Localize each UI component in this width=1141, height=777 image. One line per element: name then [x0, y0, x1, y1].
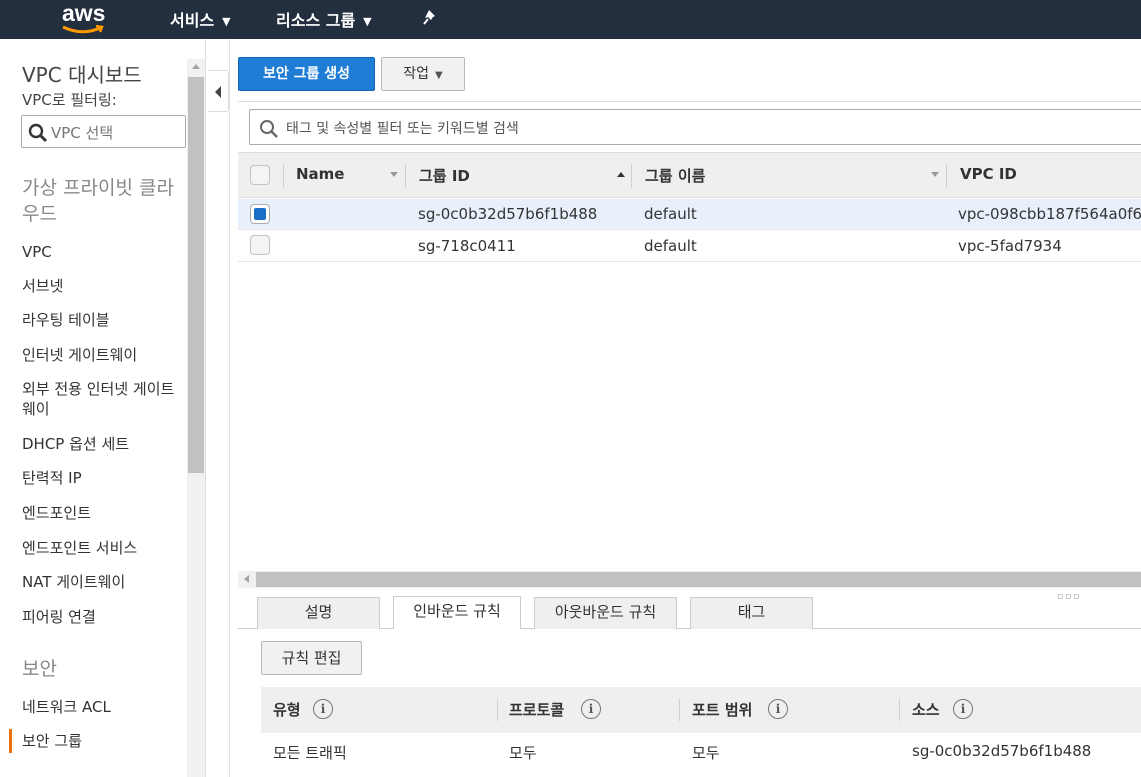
sort-ascending-icon[interactable] — [617, 172, 625, 177]
search-icon — [260, 120, 278, 138]
search-placeholder: 태그 및 속성별 필터 또는 키워드별 검색 — [286, 121, 519, 137]
sort-icon[interactable] — [931, 172, 939, 177]
sidebar-item-dhcp-options[interactable]: DHCP 옵션 세트 — [22, 434, 182, 454]
table-horizontal-scrollbar[interactable] — [238, 571, 1141, 588]
rule-cell-type: 모든 트래픽 — [273, 744, 347, 762]
pin-icon[interactable] — [422, 8, 440, 26]
sidebar-item-endpoints[interactable]: 엔드포인트 — [22, 503, 182, 523]
select-all-checkbox[interactable] — [250, 165, 270, 185]
sidebar-item-route-tables[interactable]: 라우팅 테이블 — [22, 310, 182, 330]
column-divider — [946, 164, 947, 188]
column-divider — [899, 699, 900, 721]
sort-icon[interactable] — [390, 172, 398, 177]
horizontal-scrollbar-thumb[interactable] — [256, 572, 1141, 587]
resource-groups-label: 리소스 그룹 — [276, 11, 356, 30]
resource-groups-menu[interactable]: 리소스 그룹 ▼ — [276, 7, 372, 31]
info-icon[interactable]: i — [953, 699, 973, 719]
chevron-down-icon: ▼ — [222, 15, 231, 28]
collapse-sidebar-button[interactable] — [208, 70, 229, 112]
rule-column-port-range: 포트 범위 — [692, 701, 753, 719]
tab-tags[interactable]: 태그 — [690, 597, 813, 629]
aws-smile-icon — [62, 25, 104, 34]
rule-column-protocol: 프로토콜 — [509, 701, 565, 719]
sidebar-scrollbar-thumb[interactable] — [188, 77, 204, 473]
top-navigation-bar: aws 서비스 ▼ 리소스 그룹 ▼ — [0, 0, 1141, 39]
column-header-group-name[interactable]: 그룹 이름 — [645, 165, 705, 186]
active-indicator — [9, 729, 12, 753]
row-checkbox[interactable] — [250, 235, 270, 255]
rule-cell-source[interactable]: sg-0c0b32d57b6f1b488 — [912, 742, 1091, 760]
column-header-vpc-id[interactable]: VPC ID — [960, 165, 1017, 183]
sidebar-item-egress-only-igw[interactable]: 외부 전용 인터넷 게이트웨이 — [22, 379, 182, 419]
info-icon[interactable]: i — [581, 699, 601, 719]
table-row[interactable]: sg-0c0b32d57b6f1b488 default vpc-098cbb1… — [238, 199, 1141, 230]
table-row[interactable]: sg-718c0411 default vpc-5fad7934 — [238, 231, 1141, 262]
edit-rules-button[interactable]: 규칙 편집 — [261, 641, 362, 675]
sidebar-item-subnets[interactable]: 서브넷 — [22, 276, 182, 296]
column-divider — [497, 699, 498, 721]
cell-group-id: sg-0c0b32d57b6f1b488 — [418, 205, 598, 223]
tab-description[interactable]: 설명 — [257, 597, 380, 629]
cell-group-name: default — [644, 237, 697, 255]
rule-column-type: 유형 — [273, 701, 301, 719]
sidebar-item-peering[interactable]: 피어링 연결 — [22, 607, 182, 627]
cell-vpc-id[interactable]: vpc-5fad7934 — [958, 237, 1062, 255]
section-security: 보안 — [22, 658, 57, 680]
content-divider — [229, 39, 230, 777]
cell-group-id: sg-718c0411 — [418, 237, 516, 255]
sidebar-item-internet-gateways[interactable]: 인터넷 게이트웨이 — [22, 345, 182, 365]
services-label: 서비스 — [170, 11, 215, 30]
search-icon — [28, 123, 48, 143]
sidebar-item-nat-gateways[interactable]: NAT 게이트웨이 — [22, 572, 182, 592]
cell-vpc-id[interactable]: vpc-098cbb187f564a0f6 — [958, 205, 1141, 223]
column-header-group-id[interactable]: 그룹 ID — [419, 165, 470, 186]
resize-handle-icon[interactable]: ▫▫▫ — [1057, 592, 1081, 602]
sidebar-scrollbar[interactable] — [187, 59, 205, 777]
services-menu[interactable]: 서비스 ▼ — [170, 7, 231, 31]
column-header-name[interactable]: Name — [296, 165, 344, 183]
info-icon[interactable]: i — [313, 699, 333, 719]
column-divider — [405, 164, 406, 188]
sidebar-item-endpoint-services[interactable]: 엔드포인트 서비스 — [22, 538, 182, 558]
scroll-up-icon[interactable] — [192, 64, 200, 69]
chevron-down-icon: ▼ — [435, 70, 443, 81]
vpc-filter-placeholder: VPC 선택 — [51, 124, 114, 142]
create-security-group-button[interactable]: 보안 그룹 생성 — [238, 57, 375, 91]
sidebar-item-elastic-ip[interactable]: 탄력적 IP — [22, 468, 182, 488]
actions-button[interactable]: 작업 ▼ — [381, 57, 465, 91]
row-checkbox[interactable] — [250, 204, 270, 224]
aws-logo[interactable]: aws — [62, 0, 106, 34]
sidebar-item-security-groups[interactable]: 보안 그룹 — [22, 731, 182, 751]
chevron-down-icon: ▼ — [363, 15, 372, 28]
section-virtual-private-cloud: 가상 프라이빗 클라우드 — [22, 177, 174, 225]
sidebar-item-network-acl[interactable]: 네트워크 ACL — [22, 697, 182, 717]
scroll-left-icon[interactable] — [244, 575, 249, 583]
info-icon[interactable]: i — [768, 699, 788, 719]
column-divider — [283, 164, 284, 188]
sidebar-item-vpc[interactable]: VPC — [22, 242, 182, 262]
tab-inbound-rules[interactable]: 인바운드 규칙 — [393, 596, 521, 629]
search-input[interactable]: 태그 및 속성별 필터 또는 키워드별 검색 — [249, 109, 1141, 145]
vpc-filter-select[interactable]: VPC 선택 — [21, 115, 186, 148]
vpc-filter-label: VPC로 필터링: — [22, 91, 117, 109]
rules-table-header: 유형 i 프로토콜 i 포트 범위 i 소스 i — [261, 687, 1141, 733]
aws-logo-text: aws — [62, 0, 106, 26]
column-divider — [631, 164, 632, 188]
divider — [238, 101, 1141, 102]
sidebar-title[interactable]: VPC 대시보드 — [22, 59, 142, 88]
cell-group-name: default — [644, 205, 697, 223]
table-header: Name 그룹 ID 그룹 이름 VPC ID — [238, 152, 1141, 198]
column-divider — [679, 699, 680, 721]
sidebar: VPC 대시보드 VPC로 필터링: VPC 선택 가상 프라이빗 클라우드 V… — [0, 39, 206, 777]
tab-outbound-rules[interactable]: 아웃바운드 규칙 — [534, 597, 677, 629]
rule-cell-protocol: 모두 — [509, 744, 537, 762]
actions-label: 작업 — [403, 66, 430, 82]
rule-cell-port-range: 모두 — [692, 744, 720, 762]
rule-column-source: 소스 — [912, 701, 940, 719]
